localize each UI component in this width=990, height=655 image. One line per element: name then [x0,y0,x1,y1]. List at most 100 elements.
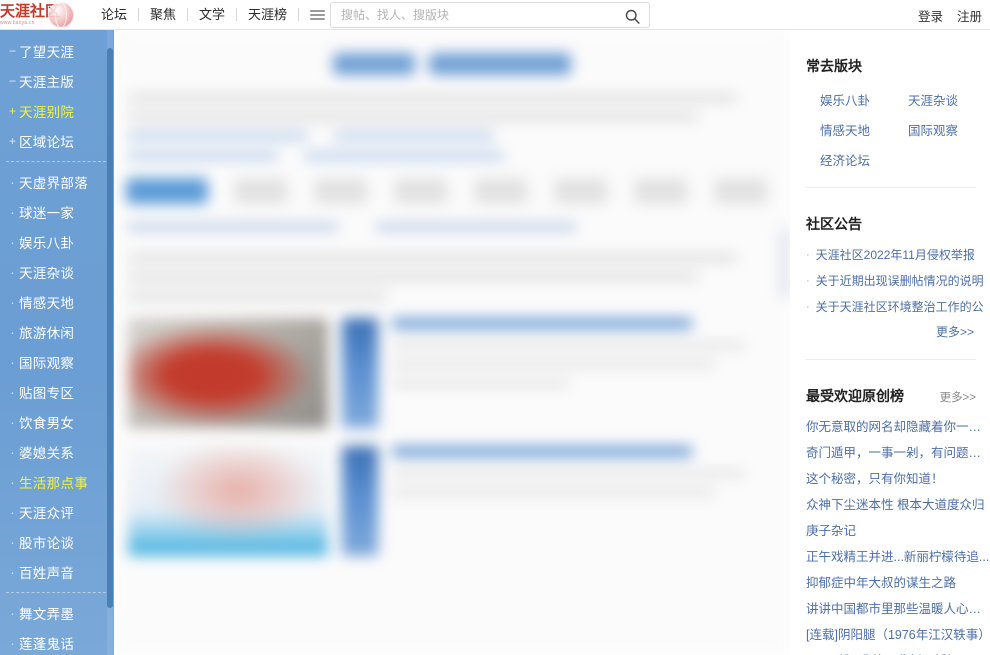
bullet-icon: · [10,444,15,460]
frequent-board-link-qingangtiandi[interactable]: 情感天地 [820,120,908,139]
post-body [392,318,776,428]
frequent-board-link-guojiguancha[interactable]: 国际观察 [908,120,990,139]
bullet-icon: · [10,174,15,190]
sidebar-divider [6,161,106,162]
main-banner [140,42,764,86]
sidebar-item-gushiluntan[interactable]: · 股市论谈 [0,527,114,557]
sidebar-item-shenghuonadianshi[interactable]: · 生活那点事 [0,467,114,497]
sidebar-item-tietuzhuanqu[interactable]: · 贴图专区 [0,377,114,407]
link-placeholder [376,222,576,232]
text-placeholder-line [128,273,699,281]
notice-list-item[interactable]: · 关于近期出现误删帖情况的说明 [806,274,988,289]
sidebar-item-qingangtiandi[interactable]: · 情感天地 [0,287,114,317]
sidebar-item-tianyazatan[interactable]: · 天涯杂谈 [0,257,114,287]
sidebar-item-baixingshengyin[interactable]: · 百姓声音 [0,557,114,587]
globe-icon [48,1,74,28]
hot-list-item[interactable]: 你无意取的网名却隐藏着你一生... [806,419,990,435]
sidebar-item-wuwennongmo[interactable]: · 舞文弄墨 [0,598,114,628]
sidebar-item-guojiguancha[interactable]: · 国际观察 [0,347,114,377]
sidebar-item-label: 娱乐八卦 [19,236,75,251]
sidebar-item-liaowangtianya[interactable]: − 了望天涯 [0,36,114,66]
sidebar-item-yulebagua[interactable]: · 娱乐八卦 [0,227,114,257]
hot-list-item[interactable]: 奇门遁甲，一事一剁，有问题可... [806,445,990,461]
main-tab-active[interactable] [126,178,208,204]
search-input[interactable] [331,3,649,27]
frequent-board-link-tianyazatan[interactable]: 天涯杂谈 [908,90,990,109]
hot-list-item[interactable]: 抑郁症中年大叔的谋生之路 [806,575,990,591]
main-tab[interactable] [314,178,368,204]
main-post-item[interactable] [128,446,776,556]
hot-list-item[interactable]: 这个秘密，只有你知道！ [806,471,990,487]
notice-link[interactable]: 关于天涯社区环境整治工作的公 [816,300,984,315]
banner-placeholder [333,53,415,75]
bullet-icon: · [10,534,15,550]
bullet-icon: · [10,204,15,220]
link-placeholder [128,222,338,232]
register-link[interactable]: 注册 [957,6,982,25]
post-text-placeholder [392,489,715,496]
sidebar-item-lianpengguihua[interactable]: · 莲蓬鬼话 [0,628,114,655]
main-tab[interactable] [474,178,528,204]
bullet-icon: · [10,474,15,490]
main-tab[interactable] [394,178,448,204]
nav-item-literature[interactable]: 文学 [188,0,236,30]
sidebar-item-lvyouxiuxian[interactable]: · 旅游休闲 [0,317,114,347]
main-post-item[interactable] [128,318,776,428]
hot-list-item[interactable]: 众神下尘迷本性 根本大道度众归 [806,497,990,513]
search-icon[interactable] [621,5,643,27]
notice-heading: 社区公告 [806,214,990,234]
hot-original-more-link[interactable]: 更多>> [940,389,976,405]
expand-plus-icon: + [8,134,16,148]
sidebar-scrollbar-thumb[interactable] [107,48,113,608]
sidebar-item-qiumiyijia[interactable]: · 球迷一家 [0,197,114,227]
nav-item-forum[interactable]: 论坛 [90,0,138,30]
sidebar-item-yinshinannv[interactable]: · 饮食男女 [0,407,114,437]
main-tab[interactable] [714,178,768,204]
rail-divider [806,187,976,188]
hot-list-item[interactable]: [连载]阴阳腿（1976年江汉轶事） [806,627,990,643]
sidebar-item-poxiguanxi[interactable]: · 婆媳关系 [0,437,114,467]
sidebar-item-label: 区域论坛 [19,135,75,150]
sidebar-item-tianxujiebuluo[interactable]: · 天虚界部落 [0,167,114,197]
expand-plus-icon: + [8,104,16,118]
text-placeholder-line [128,254,738,262]
frequent-board-link-yulebagua[interactable]: 娱乐八卦 [820,90,908,109]
main-tab[interactable] [554,178,608,204]
right-sidebar: 常去版块 娱乐八卦 天涯杂谈 情感天地 国际观察 经济论坛 社区公告 · 天涯社… [790,30,990,655]
site-logo[interactable]: 天涯社区 www.tianya.cn [0,0,78,30]
sidebar-item-tianyazhongping[interactable]: · 天涯众评 [0,497,114,527]
sidebar-divider [6,592,106,593]
sidebar-item-tianyabieyuan[interactable]: + 天涯别院 [0,96,114,126]
text-placeholder-line [128,292,388,300]
hot-list-item[interactable]: 正午戏精王并进...新丽柠檬待追... [806,549,990,565]
post-thumbnail[interactable] [128,446,328,556]
nav-item-ranking[interactable]: 天涯榜 [237,0,298,30]
notice-list-item[interactable]: · 天涯社区2022年11月侵权举报 [806,248,988,263]
main-sub-link-row [128,222,776,232]
hot-list-item[interactable]: 庚子杂记 [806,523,990,539]
sidebar-item-quyuluntan[interactable]: + 区域论坛 [0,126,114,156]
post-text-placeholder [392,470,746,477]
notice-list-item[interactable]: · 关于天涯社区环境整治工作的公 [806,300,988,315]
notice-link[interactable]: 关于近期出现误删帖情况的说明 [816,274,984,289]
notice-link[interactable]: 天涯社区2022年11月侵权举报 [816,248,975,263]
sidebar-item-label: 旅游休闲 [19,326,75,341]
notice-more-link[interactable]: 更多>> [936,325,974,339]
login-link[interactable]: 登录 [918,6,943,25]
post-text-placeholder [392,342,746,349]
primary-nav: 论坛 聚焦 文学 天涯榜 [90,0,336,30]
sidebar-item-label: 天涯众评 [19,506,75,521]
main-scrollbar-thumb[interactable] [781,228,788,298]
nav-item-focus[interactable]: 聚焦 [139,0,187,30]
frequent-board-link-jingjiluntan[interactable]: 经济论坛 [820,150,908,169]
text-placeholder-line [128,94,738,102]
sidebar-item-label: 天涯杂谈 [19,266,75,281]
frequent-boards-links: 娱乐八卦 天涯杂谈 情感天地 国际观察 经济论坛 [806,90,990,169]
bullet-icon: · [806,301,810,313]
main-intro-text [128,94,776,121]
main-tab[interactable] [634,178,688,204]
sidebar-item-tianyazhuban[interactable]: − 天涯主版 [0,66,114,96]
post-thumbnail[interactable] [128,318,328,428]
main-tab[interactable] [234,178,288,204]
hot-list-item[interactable]: 讲讲中国都市里那些温暖人心的... [806,601,990,617]
